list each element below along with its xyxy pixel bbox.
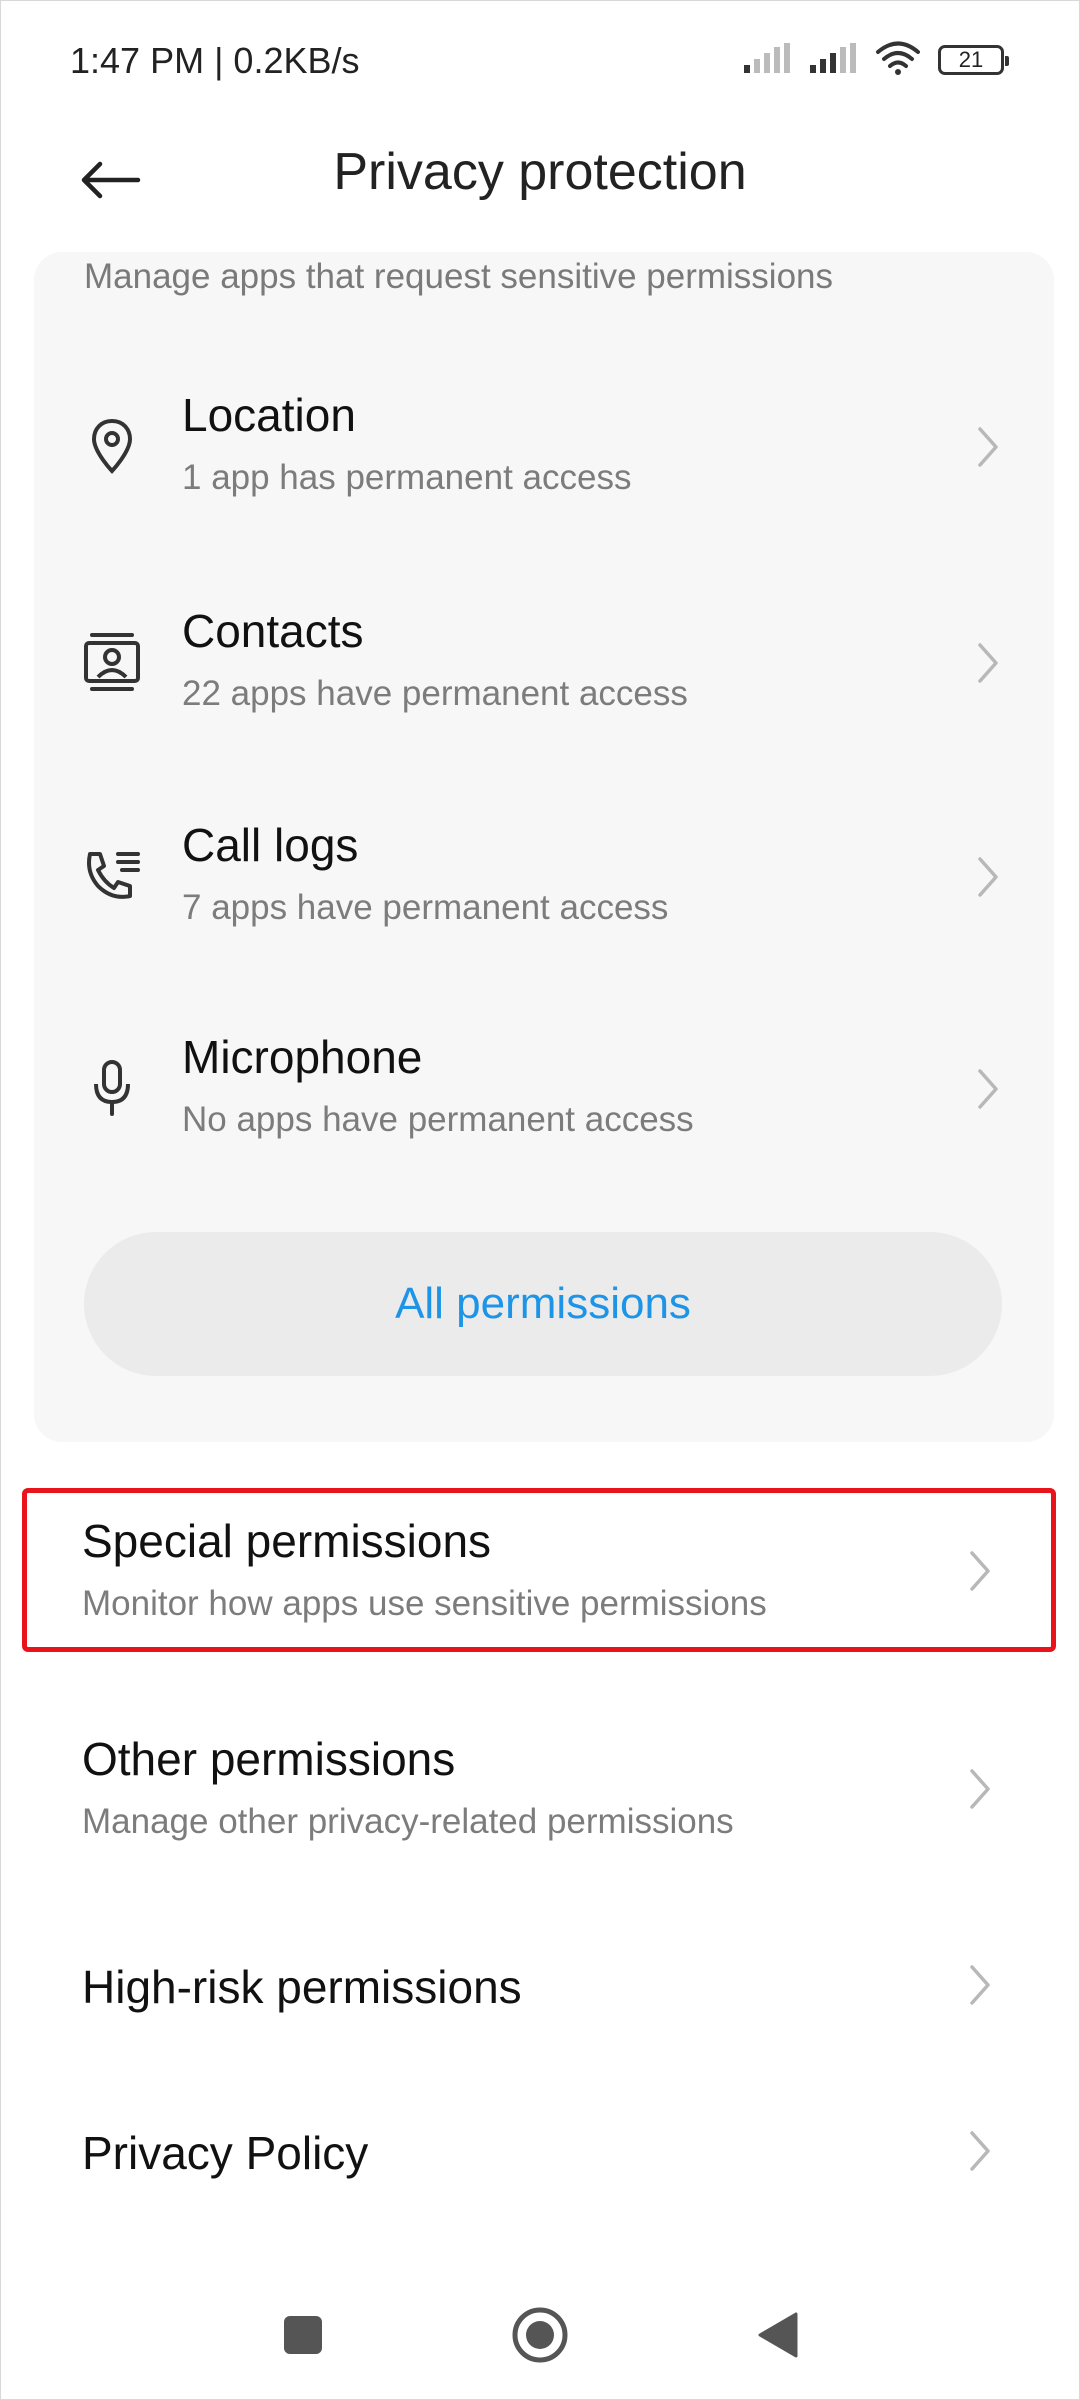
microphone-icon — [76, 1052, 148, 1124]
list-title: Privacy Policy — [82, 2127, 369, 2179]
chevron-right-icon — [960, 1960, 1000, 2010]
highlight-box — [22, 1488, 1056, 1652]
permissions-card: Manage apps that request sensitive permi… — [34, 252, 1054, 1442]
call-logs-icon — [76, 840, 148, 912]
chevron-right-icon — [968, 852, 1008, 902]
list-subtitle: Manage other privacy-related permissions — [82, 1802, 734, 1841]
perm-subtitle: 22 apps have permanent access — [182, 674, 688, 713]
status-bar: 1:47 PM | 0.2KB/s 21 — [0, 0, 1080, 120]
battery-icon: 21 — [938, 45, 1009, 75]
home-button[interactable] — [495, 2290, 585, 2380]
list-item-privacy-policy[interactable]: Privacy Policy — [0, 2096, 1080, 2206]
list-item-high-risk-permissions[interactable]: High-risk permissions — [0, 1930, 1080, 2040]
perm-subtitle: 7 apps have permanent access — [182, 888, 669, 927]
perm-title: Call logs — [182, 819, 359, 871]
perm-item-contacts[interactable]: Contacts 22 apps have permanent access — [34, 586, 1054, 786]
chevron-right-icon — [960, 1764, 1000, 1814]
contacts-icon — [76, 626, 148, 698]
perm-item-location[interactable]: Location 1 app has permanent access — [34, 370, 1054, 570]
perm-title: Microphone — [182, 1031, 423, 1083]
all-permissions-button[interactable]: All permissions — [84, 1232, 1002, 1376]
list-title: Other permissions — [82, 1733, 456, 1785]
location-icon — [76, 410, 148, 482]
perm-subtitle: No apps have permanent access — [182, 1100, 694, 1139]
page-title: Privacy protection — [333, 143, 747, 201]
battery-level: 21 — [958, 47, 984, 72]
perm-title: Location — [182, 389, 356, 441]
wifi-icon — [876, 41, 920, 80]
back-nav-button[interactable] — [732, 2290, 822, 2380]
chevron-right-icon — [968, 638, 1008, 688]
navigation-bar — [0, 2290, 1080, 2380]
chevron-right-icon — [960, 2126, 1000, 2176]
perm-item-call-logs[interactable]: Call logs 7 apps have permanent access — [34, 800, 1054, 1000]
status-icons: 21 — [744, 38, 1009, 82]
perm-title: Contacts — [182, 605, 364, 657]
list-item-other-permissions[interactable]: Other permissions Manage other privacy-r… — [0, 1706, 1080, 1870]
card-description: Manage apps that request sensitive permi… — [84, 257, 834, 296]
chevron-right-icon — [968, 1064, 1008, 1114]
perm-item-microphone[interactable]: Microphone No apps have permanent access — [34, 1012, 1054, 1212]
header: Privacy protection — [0, 120, 1080, 230]
recents-button[interactable] — [258, 2290, 348, 2380]
perm-subtitle: 1 app has permanent access — [182, 458, 632, 497]
chevron-right-icon — [968, 422, 1008, 472]
back-triangle-icon — [758, 2312, 798, 2358]
home-icon — [512, 2307, 568, 2363]
signal-icon — [810, 42, 858, 78]
recents-icon — [284, 2316, 322, 2354]
signal-icon — [744, 42, 792, 78]
list-title: High-risk permissions — [82, 1961, 522, 2013]
status-time: 1:47 PM | 0.2KB/s — [70, 40, 360, 81]
